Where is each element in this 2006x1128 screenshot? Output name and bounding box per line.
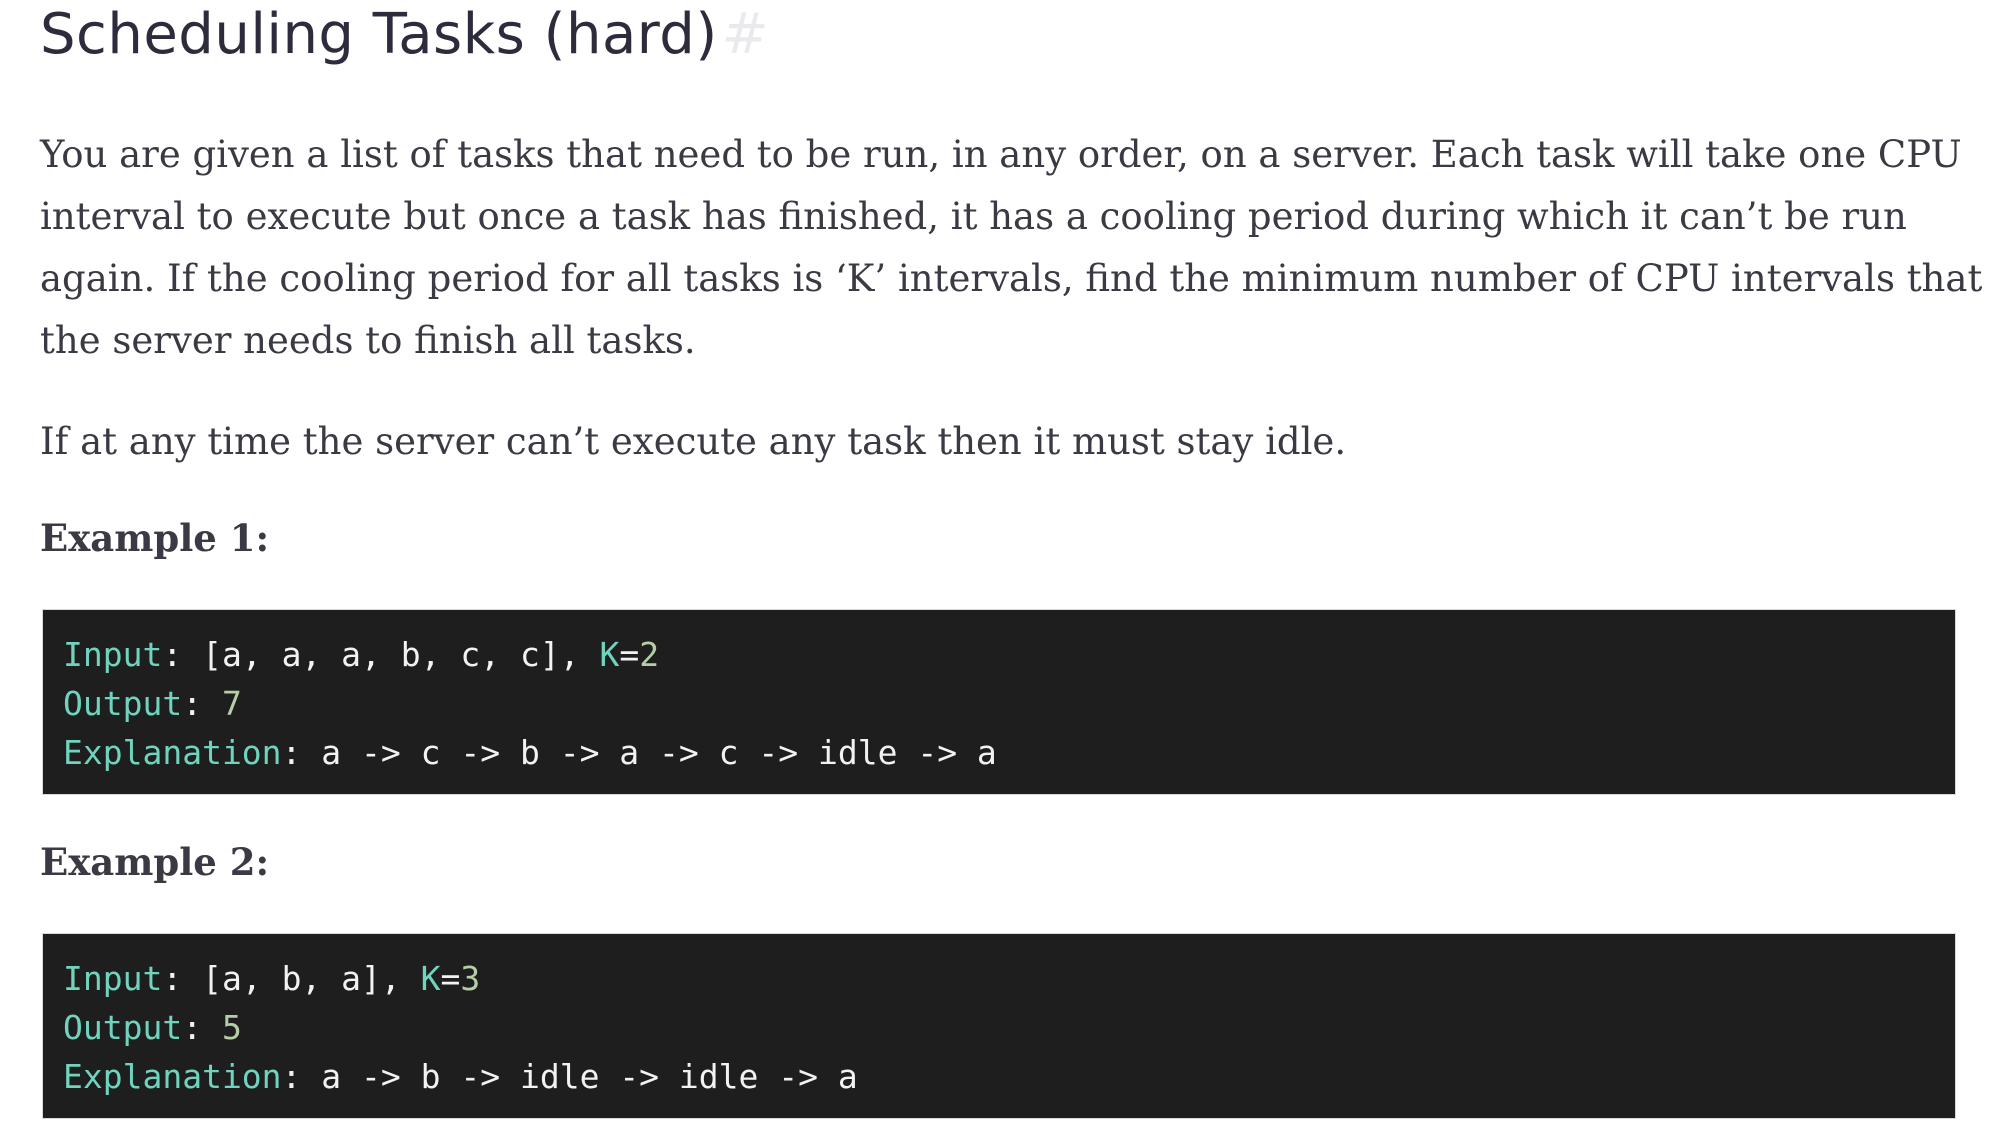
example-1-label: Example 1: bbox=[40, 516, 270, 560]
idle-note: If at any time the server can’t execute … bbox=[40, 420, 1347, 463]
input-value: [a, a, a, b, c, c] bbox=[202, 635, 560, 674]
example-1-code-block: Input: [a, a, a, b, c, c], K=2 Output: 7… bbox=[42, 609, 1956, 795]
problem-description: You are given a list of tasks that need … bbox=[40, 133, 1983, 362]
explanation-value: a -> b -> idle -> idle -> a bbox=[321, 1057, 858, 1096]
input-value: [a, b, a] bbox=[202, 959, 381, 998]
output-value: 5 bbox=[221, 1008, 242, 1047]
output-value: 7 bbox=[221, 684, 242, 723]
page-title-text: Scheduling Tasks (hard) bbox=[40, 2, 718, 67]
example-2-output-line: Output: 5 bbox=[63, 1008, 242, 1047]
output-keyword: Output bbox=[63, 1008, 183, 1047]
input-keyword: Input bbox=[63, 959, 163, 998]
example-2-explanation-line: Explanation: a -> b -> idle -> idle -> a bbox=[63, 1057, 858, 1096]
input-keyword: Input bbox=[63, 635, 163, 674]
heading-anchor-link[interactable]: # bbox=[722, 2, 769, 67]
k-value: 3 bbox=[460, 959, 481, 998]
example-1-explanation-line: Explanation: a -> c -> b -> a -> c -> id… bbox=[63, 733, 997, 772]
example-1-input-line: Input: [a, a, a, b, c, c], K=2 bbox=[63, 635, 660, 674]
explanation-keyword: Explanation bbox=[63, 1057, 282, 1096]
example-1-output-line: Output: 7 bbox=[63, 684, 242, 723]
explanation-value: a -> c -> b -> a -> c -> idle -> a bbox=[321, 733, 997, 772]
k-keyword: K bbox=[420, 959, 441, 998]
example-2-input-line: Input: [a, b, a], K=3 bbox=[63, 959, 481, 998]
k-keyword: K bbox=[599, 635, 620, 674]
explanation-keyword: Explanation bbox=[63, 733, 282, 772]
example-2-label: Example 2: bbox=[40, 840, 270, 884]
k-value: 2 bbox=[639, 635, 660, 674]
example-2-code-block: Input: [a, b, a], K=3 Output: 5 Explanat… bbox=[42, 933, 1956, 1119]
page-title: Scheduling Tasks (hard)# bbox=[40, 2, 769, 67]
output-keyword: Output bbox=[63, 684, 183, 723]
